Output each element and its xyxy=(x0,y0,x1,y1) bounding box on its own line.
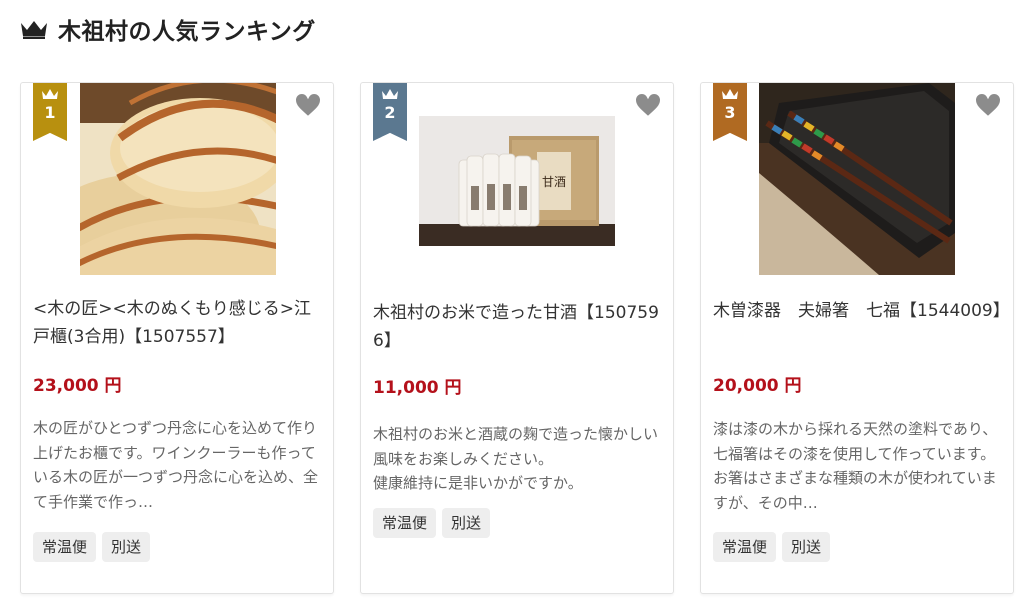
product-title[interactable]: 木祖村のお米で造った甘酒【1507596】 xyxy=(373,299,665,355)
rank-badge: 2 xyxy=(373,83,407,141)
product-description: 木祖村のお米と酒蔵の麹で造った懐かしい風味をお楽しみください。 健康維持に是非い… xyxy=(373,425,659,492)
product-price: 20,000 円 xyxy=(713,376,802,396)
tag-list: 常温便 別送 xyxy=(33,532,151,562)
tag-separate: 別送 xyxy=(102,532,151,562)
product-price: 11,000 円 xyxy=(373,378,462,398)
rank-badge: 3 xyxy=(713,83,747,141)
crown-icon xyxy=(382,89,398,99)
tag-list: 常温便 別送 xyxy=(713,532,831,562)
tag-separate: 別送 xyxy=(442,508,491,538)
crown-icon xyxy=(21,21,47,39)
product-image-ohitsu[interactable] xyxy=(80,83,276,275)
ranking-page: 木祖村の人気ランキング 1 <木の匠><木のぬくもり感じる>江戸櫃(3合用)【1… xyxy=(0,0,1028,604)
rank-badge: 1 xyxy=(33,83,67,141)
product-title[interactable]: <木の匠><木のぬくもり感じる>江戸櫃(3合用)【1507557】 xyxy=(33,295,325,351)
product-image-amazake[interactable]: 甘酒 xyxy=(419,116,615,246)
section-title: 木祖村の人気ランキング xyxy=(58,19,316,45)
tag-list: 常温便 別送 xyxy=(373,508,491,538)
product-description: 漆は漆の木から採れる天然の塗料であり、七福箸はその漆を使用して作っています。お箸… xyxy=(713,420,998,512)
product-description: 木の匠がひとつずつ丹念に心を込めて作り上げたお櫃です。ワインクーラーも作っている… xyxy=(33,419,319,511)
rank-number: 3 xyxy=(724,103,736,122)
svg-text:甘酒: 甘酒 xyxy=(542,175,566,189)
product-price: 23,000 円 xyxy=(33,376,122,396)
rank-number: 1 xyxy=(44,103,56,122)
tag-shipping: 常温便 xyxy=(33,532,97,562)
section-header: 木祖村の人気ランキング xyxy=(20,12,316,46)
tag-shipping: 常温便 xyxy=(373,508,437,538)
favorite-heart-icon[interactable] xyxy=(973,91,1003,119)
product-card-3[interactable]: 3 木曽漆器 夫婦箸 七福【1544009】 20,000 円 漆は漆の木から採… xyxy=(700,82,1014,594)
favorite-heart-icon[interactable] xyxy=(633,91,663,119)
rank-number: 2 xyxy=(384,103,396,122)
product-card-1[interactable]: 1 <木の匠><木のぬくもり感じる>江戸櫃(3合用)【1507557】 23,0… xyxy=(20,82,334,594)
product-title[interactable]: 木曽漆器 夫婦箸 七福【1544009】 xyxy=(713,297,1010,325)
product-card-2[interactable]: 甘酒 2 木祖村のお米で造った甘酒【1507596】 11,000 円 木祖村の… xyxy=(360,82,674,594)
product-image-chopsticks[interactable] xyxy=(759,83,955,275)
tag-separate: 別送 xyxy=(782,532,831,562)
crown-icon xyxy=(42,89,58,99)
tag-shipping: 常温便 xyxy=(713,532,777,562)
crown-icon xyxy=(722,89,738,99)
favorite-heart-icon[interactable] xyxy=(293,91,323,119)
